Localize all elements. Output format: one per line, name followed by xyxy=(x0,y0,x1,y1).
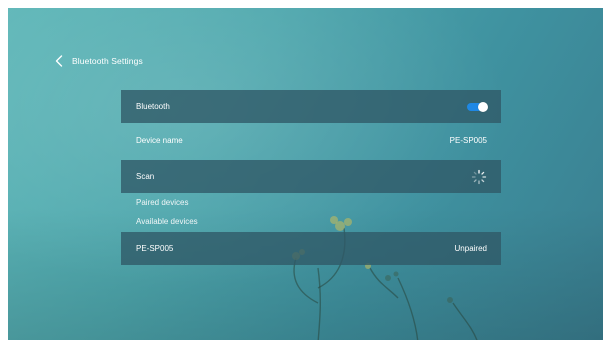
chevron-left-icon xyxy=(55,55,63,67)
bluetooth-settings-screen: Bluetooth Settings Bluetooth Device name… xyxy=(8,8,603,340)
available-devices-heading: Available devices xyxy=(136,217,198,226)
page-title: Bluetooth Settings xyxy=(72,56,143,66)
device-item-name: PE-SP005 xyxy=(136,244,174,253)
toggle-knob xyxy=(478,101,488,112)
scan-label: Scan xyxy=(136,172,155,181)
bluetooth-toggle-row[interactable]: Bluetooth xyxy=(121,90,501,123)
loading-spinner-icon xyxy=(471,169,487,184)
scan-row[interactable]: Scan xyxy=(121,160,501,193)
back-button[interactable] xyxy=(52,54,66,68)
available-device-item[interactable]: PE-SP005 Unpaired xyxy=(121,232,501,265)
page-header: Bluetooth Settings xyxy=(52,54,143,68)
background-flower-image xyxy=(292,216,478,340)
bluetooth-toggle[interactable] xyxy=(467,101,488,112)
device-item-status: Unpaired xyxy=(454,244,487,253)
paired-devices-heading: Paired devices xyxy=(136,198,189,207)
device-name-value: PE-SP005 xyxy=(449,135,487,145)
device-name-row[interactable]: Device name PE-SP005 xyxy=(121,127,501,153)
bluetooth-label: Bluetooth xyxy=(136,102,170,111)
device-name-label: Device name xyxy=(136,135,183,145)
